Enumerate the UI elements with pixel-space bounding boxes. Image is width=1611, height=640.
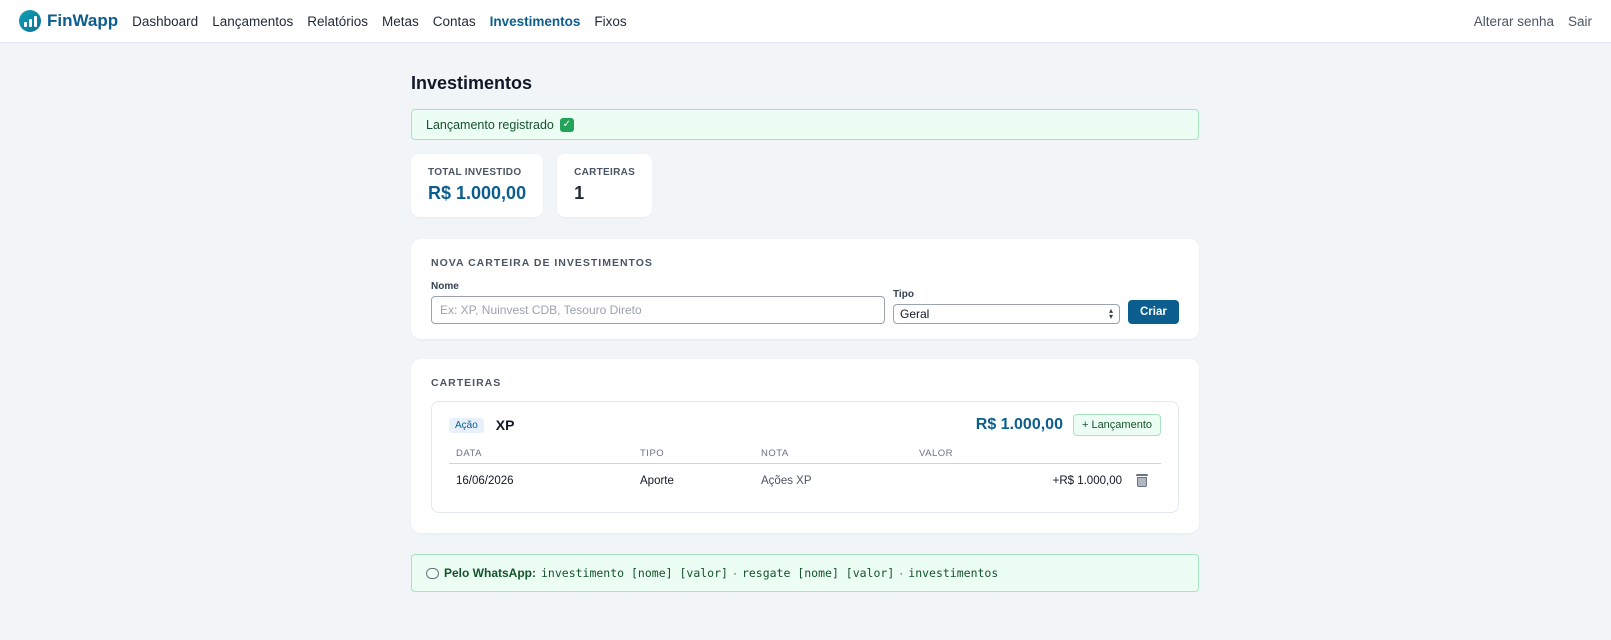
wallet-entries-table: DATA TIPO NOTA VALOR 16/06/2026 Aporte A… bbox=[449, 448, 1161, 487]
entry-date: 16/06/2026 bbox=[456, 474, 514, 487]
wallet-item: Ação XP R$ 1.000,00 + Lançamento DATA TI… bbox=[431, 401, 1179, 513]
nav-fixos[interactable]: Fixos bbox=[594, 14, 626, 29]
col-type: TIPO bbox=[633, 448, 754, 464]
wallet-total: R$ 1.000,00 bbox=[975, 416, 1063, 433]
name-field-group: Nome bbox=[431, 281, 885, 324]
wallet-type-select[interactable]: Geral ▴ ▾ bbox=[893, 304, 1120, 324]
col-date: DATA bbox=[449, 448, 633, 464]
wallet-header: Ação XP R$ 1.000,00 + Lançamento bbox=[449, 414, 1161, 436]
table-header-row: DATA TIPO NOTA VALOR bbox=[449, 448, 1161, 464]
nav-metas[interactable]: Metas bbox=[382, 14, 419, 29]
chat-bubble-icon bbox=[426, 567, 439, 579]
nav-relatorios[interactable]: Relatórios bbox=[307, 14, 368, 29]
wallets-title: CARTEIRAS bbox=[431, 377, 502, 389]
col-value: VALOR bbox=[912, 448, 1129, 464]
main-nav: Dashboard Lançamentos Relatórios Metas C… bbox=[132, 14, 626, 29]
wallets-card: CARTEIRAS Ação XP R$ 1.000,00 + Lançamen… bbox=[411, 359, 1199, 533]
stat-wallets: CARTEIRAS 1 bbox=[557, 154, 653, 217]
user-nav: Alterar senha Sair bbox=[1474, 14, 1592, 29]
tip-separator: · bbox=[732, 566, 737, 580]
change-password-link[interactable]: Alterar senha bbox=[1474, 14, 1554, 29]
new-wallet-title: NOVA CARTEIRA DE INVESTIMENTOS bbox=[431, 257, 653, 269]
trash-icon[interactable] bbox=[1136, 474, 1148, 487]
brand-logo-icon bbox=[19, 10, 41, 32]
wallet-name: XP bbox=[495, 417, 515, 433]
add-entry-button[interactable]: + Lançamento bbox=[1072, 414, 1161, 436]
type-field-group: Tipo Geral ▴ ▾ bbox=[893, 289, 1120, 324]
entry-actions bbox=[1129, 464, 1161, 487]
create-wallet-button[interactable]: Criar bbox=[1128, 300, 1179, 324]
stat-total-value: R$ 1.000,00 bbox=[428, 183, 527, 203]
type-label: Tipo bbox=[893, 289, 914, 300]
flash-message: Lançamento registrado bbox=[426, 117, 554, 132]
nav-investimentos[interactable]: Investimentos bbox=[490, 14, 581, 29]
stat-wallets-label: CARTEIRAS bbox=[574, 167, 636, 178]
tip-command-invest: investimento [nome] [valor] bbox=[541, 566, 728, 580]
tip-command-redeem: resgate [nome] [valor] bbox=[741, 566, 895, 580]
wallet-name-input[interactable] bbox=[431, 296, 885, 324]
table-row: 16/06/2026 Aporte Ações XP +R$ 1.000,00 bbox=[449, 464, 1161, 487]
check-icon: ✓ bbox=[559, 117, 574, 132]
col-actions bbox=[1129, 448, 1161, 464]
stats-row: TOTAL INVESTIDO R$ 1.000,00 CARTEIRAS 1 bbox=[411, 154, 1199, 217]
main-content: Investimentos Lançamento registrado ✓ TO… bbox=[411, 43, 1199, 592]
stat-wallets-value: 1 bbox=[574, 183, 585, 203]
tip-command-list: investimentos bbox=[908, 566, 999, 580]
tip-label: Pelo WhatsApp: bbox=[444, 566, 536, 580]
nav-dashboard[interactable]: Dashboard bbox=[132, 14, 198, 29]
entry-value: +R$ 1.000,00 bbox=[1052, 474, 1122, 487]
wallet-type-badge: Ação bbox=[449, 417, 484, 433]
tip-separator: · bbox=[899, 566, 904, 580]
entry-note: Ações XP bbox=[761, 474, 812, 487]
new-wallet-form: Nome Tipo Geral ▴▾ Criar bbox=[431, 281, 1179, 324]
select-arrows-icon: ▴ ▾ bbox=[1108, 306, 1113, 321]
brand[interactable]: FinWapp bbox=[19, 10, 118, 32]
top-navbar: FinWapp Dashboard Lançamentos Relatórios… bbox=[0, 0, 1611, 43]
wallet-type-value: Geral bbox=[900, 307, 930, 321]
whatsapp-tip: Pelo WhatsApp: investimento [nome] [valo… bbox=[411, 554, 1199, 592]
new-wallet-card: NOVA CARTEIRA DE INVESTIMENTOS Nome Tipo… bbox=[411, 239, 1199, 339]
entry-type: Aporte bbox=[640, 474, 674, 487]
name-label: Nome bbox=[431, 281, 459, 292]
nav-contas[interactable]: Contas bbox=[433, 14, 476, 29]
nav-lancamentos[interactable]: Lançamentos bbox=[212, 14, 293, 29]
success-alert: Lançamento registrado ✓ bbox=[411, 109, 1199, 140]
logout-link[interactable]: Sair bbox=[1568, 14, 1592, 29]
stat-total-label: TOTAL INVESTIDO bbox=[428, 167, 522, 178]
col-note: NOTA bbox=[754, 448, 912, 464]
page-title: Investimentos bbox=[411, 73, 533, 93]
brand-name: FinWapp bbox=[47, 11, 119, 30]
stat-total-invested: TOTAL INVESTIDO R$ 1.000,00 bbox=[411, 154, 544, 217]
